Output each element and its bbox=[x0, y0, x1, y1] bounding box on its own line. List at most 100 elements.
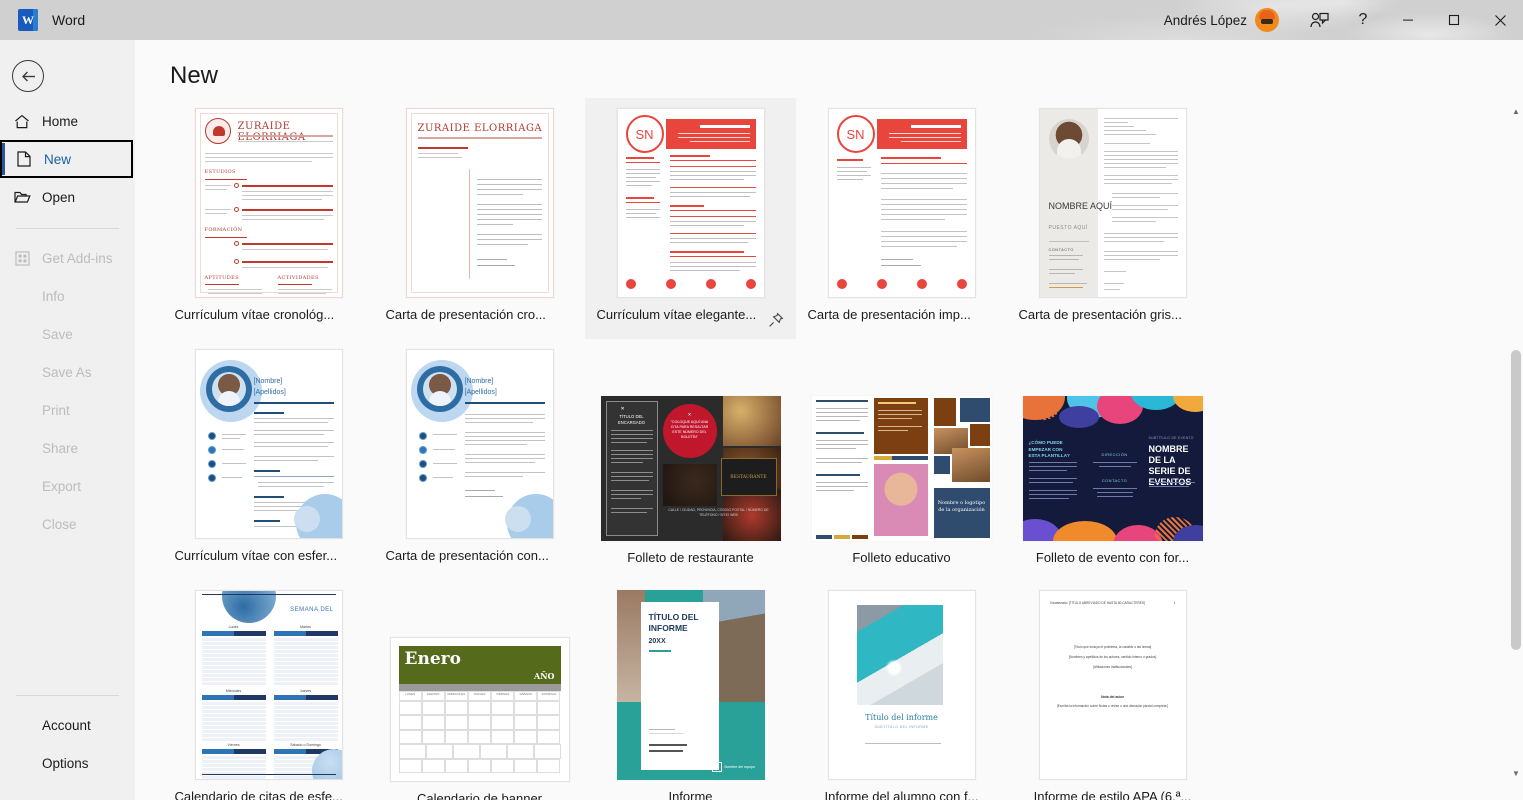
gallery-scrollbar[interactable]: ▲ ▼ bbox=[1509, 40, 1523, 800]
thumb-note-title: Nota del autor bbox=[1052, 695, 1174, 699]
sidebar-item-info[interactable]: Info bbox=[0, 277, 135, 315]
scroll-down-button[interactable]: ▼ bbox=[1509, 764, 1523, 782]
sidebar-item-close[interactable]: Close bbox=[0, 505, 135, 543]
template-card[interactable]: [Nombre] [Apellidos] bbox=[163, 339, 374, 580]
scroll-down-glyph: ▼ bbox=[1512, 769, 1520, 778]
template-card[interactable]: Encabezado: [TÍTULO ABREVIADO DE HASTA 5… bbox=[1007, 580, 1218, 800]
thumb-logo-icon: ▣ bbox=[712, 762, 722, 772]
template-card[interactable]: SEMANA DEL Lunes Martes bbox=[163, 580, 374, 800]
sidebar-divider bbox=[16, 228, 119, 229]
thumb-name-banner bbox=[666, 119, 756, 149]
sidebar-item-save[interactable]: Save bbox=[0, 315, 135, 353]
template-thumbnail: Título del informe SUBTÍTULO DEL INFORME bbox=[828, 590, 976, 780]
pin-icon[interactable] bbox=[768, 312, 784, 328]
sidebar-item-open[interactable]: Open bbox=[0, 178, 135, 216]
template-card[interactable]: ¿CÓMO PUEDE EMPEZAR CON ESTA PLANTILLA? … bbox=[1007, 339, 1218, 580]
template-thumbnail: ✕ TÍTULO DEL ENCARGADO bbox=[601, 396, 781, 541]
template-card[interactable]: ZURAIDE ELORRIAGA ESTUDIOS bbox=[163, 98, 374, 339]
thumb-name: NOMBRE AQUÍ bbox=[1049, 201, 1113, 212]
thumb-name: [Nombre] bbox=[254, 378, 283, 385]
thumb-avatar bbox=[205, 118, 231, 144]
thumb-heading: ¿CÓMO PUEDE EMPEZAR CON ESTA PLANTILLA? bbox=[1029, 440, 1075, 460]
sidebar-item-options[interactable]: Options bbox=[0, 744, 135, 782]
sidebar-item-share[interactable]: Share bbox=[0, 429, 135, 467]
thumb-title: TÍTULO DEL ENCARGADO bbox=[611, 414, 653, 426]
thumb-page-number: 1 bbox=[1174, 601, 1176, 605]
thumb-day-label: DOMINGO bbox=[537, 691, 560, 701]
thumb-role: PUESTO AQUÍ bbox=[1049, 225, 1088, 231]
thumb-name: ZURAIDE ELORRIAGA bbox=[418, 123, 543, 134]
template-thumbnail: [Nombre] [Apellidos] bbox=[406, 349, 554, 539]
template-label: Informe de estilo APA (6.ª... bbox=[1018, 789, 1208, 800]
thumb-day-label: LUNES bbox=[399, 691, 422, 701]
thumb-title-line: [Título que incluya el problema, la vari… bbox=[1052, 645, 1174, 649]
thumb-org-name: Nombre o logotipo de la organización bbox=[936, 500, 988, 514]
sidebar-item-get-add-ins-label: Get Add-ins bbox=[42, 251, 113, 266]
thumb-surname: [Apellidos] bbox=[465, 389, 497, 396]
sidebar-item-export-label: Export bbox=[42, 479, 81, 494]
thumb-photo bbox=[212, 372, 246, 406]
thumb-affiliation-line: [Afiliaciones institucionales] bbox=[1052, 665, 1174, 669]
template-card[interactable]: Nombre o logotipo de la organización Fol… bbox=[796, 339, 1007, 580]
template-card[interactable]: ZURAIDE ELORRIAGA bbox=[374, 98, 585, 339]
thumb-day-label: MARTES bbox=[422, 691, 445, 701]
minimize-button[interactable] bbox=[1385, 0, 1431, 40]
template-card[interactable]: SN bbox=[796, 98, 1007, 339]
template-thumbnail: Encabezado: [TÍTULO ABREVIADO DE HASTA 5… bbox=[1039, 590, 1187, 780]
thumb-surname: [Apellidos] bbox=[254, 389, 286, 396]
title-bar: W Word Andrés López ? bbox=[0, 0, 1523, 40]
thumb-section-label: CONTACTO bbox=[1049, 247, 1074, 252]
thumb-day-label: Martes bbox=[274, 625, 338, 629]
sidebar-item-home[interactable]: Home bbox=[0, 102, 135, 140]
sidebar-item-save-as[interactable]: Save As bbox=[0, 353, 135, 391]
sidebar-item-get-add-ins[interactable]: Get Add-ins bbox=[0, 239, 135, 277]
title-bar-right-group: Andrés López ? bbox=[1164, 0, 1523, 40]
template-card[interactable]: Enero AÑO LUNES MARTES MIÉRCOLES JUEVES … bbox=[374, 580, 585, 800]
template-card[interactable]: SN bbox=[585, 98, 796, 339]
thumb-photo bbox=[1049, 119, 1089, 159]
scroll-up-button[interactable]: ▲ bbox=[1509, 102, 1523, 120]
template-thumbnail: ZURAIDE ELORRIAGA bbox=[406, 108, 554, 298]
scrollbar-thumb[interactable] bbox=[1511, 350, 1521, 650]
sidebar-item-open-label: Open bbox=[42, 190, 75, 205]
sidebar-item-print-label: Print bbox=[42, 403, 70, 418]
thumb-year: AÑO bbox=[534, 671, 555, 681]
thumb-monogram: SN bbox=[626, 115, 664, 153]
account-name[interactable]: Andrés López bbox=[1164, 13, 1247, 28]
template-card[interactable]: ✕ TÍTULO DEL ENCARGADO bbox=[585, 339, 796, 580]
template-label: Calendario de banner bbox=[385, 791, 575, 800]
thumb-month: Enero bbox=[405, 649, 461, 669]
help-question-icon[interactable]: ? bbox=[1341, 0, 1385, 40]
app-title: Word bbox=[52, 12, 85, 28]
sidebar-item-export[interactable]: Export bbox=[0, 467, 135, 505]
sidebar-item-account[interactable]: Account bbox=[0, 706, 135, 744]
thumb-header: Encabezado: [TÍTULO ABREVIADO DE HASTA 5… bbox=[1050, 601, 1162, 605]
template-card[interactable]: NOMBRE AQUÍ PUESTO AQUÍ CONTACTO bbox=[1007, 98, 1218, 339]
sidebar-item-close-label: Close bbox=[42, 517, 77, 532]
sidebar-item-print[interactable]: Print bbox=[0, 391, 135, 429]
thumb-sphere-bottom-small bbox=[294, 506, 320, 532]
sidebar-item-new[interactable]: New bbox=[0, 140, 133, 178]
template-thumbnail: SN bbox=[617, 108, 765, 298]
template-grid: ZURAIDE ELORRIAGA ESTUDIOS bbox=[163, 98, 1508, 800]
template-label: Carta de presentación con... bbox=[385, 548, 575, 563]
template-card[interactable]: Título del informe SUBTÍTULO DEL INFORME… bbox=[796, 580, 1007, 800]
template-card[interactable]: [Nombre] [Apellidos] bbox=[374, 339, 585, 580]
sidebar-item-account-label: Account bbox=[42, 718, 91, 733]
thumb-title-panel: TÍTULO DEL INFORME 20XX bbox=[641, 602, 719, 770]
backstage-sidebar: Home New Open Get Add-ins bbox=[0, 40, 135, 800]
template-thumbnail: NOMBRE AQUÍ PUESTO AQUÍ CONTACTO bbox=[1039, 108, 1187, 298]
close-button[interactable] bbox=[1477, 0, 1523, 40]
template-card[interactable]: TÍTULO DEL INFORME 20XX ▣ Nombre del equ… bbox=[585, 580, 796, 800]
template-label: Currículum vítae cronológ... bbox=[174, 307, 364, 322]
back-button[interactable] bbox=[12, 60, 44, 92]
thumb-day-label: MIÉRCOLES bbox=[445, 691, 468, 701]
thumb-photo bbox=[857, 605, 943, 705]
template-label: Currículum vítae elegante... bbox=[596, 307, 786, 322]
user-avatar[interactable] bbox=[1255, 8, 1279, 32]
thumb-day-label: Sábado o Domingo bbox=[274, 743, 338, 747]
thumb-contact-label: CONTACTO bbox=[1093, 478, 1137, 483]
thumb-day-label: Jueves bbox=[274, 689, 338, 693]
maximize-button[interactable] bbox=[1431, 0, 1477, 40]
person-comment-icon[interactable] bbox=[1297, 0, 1341, 40]
